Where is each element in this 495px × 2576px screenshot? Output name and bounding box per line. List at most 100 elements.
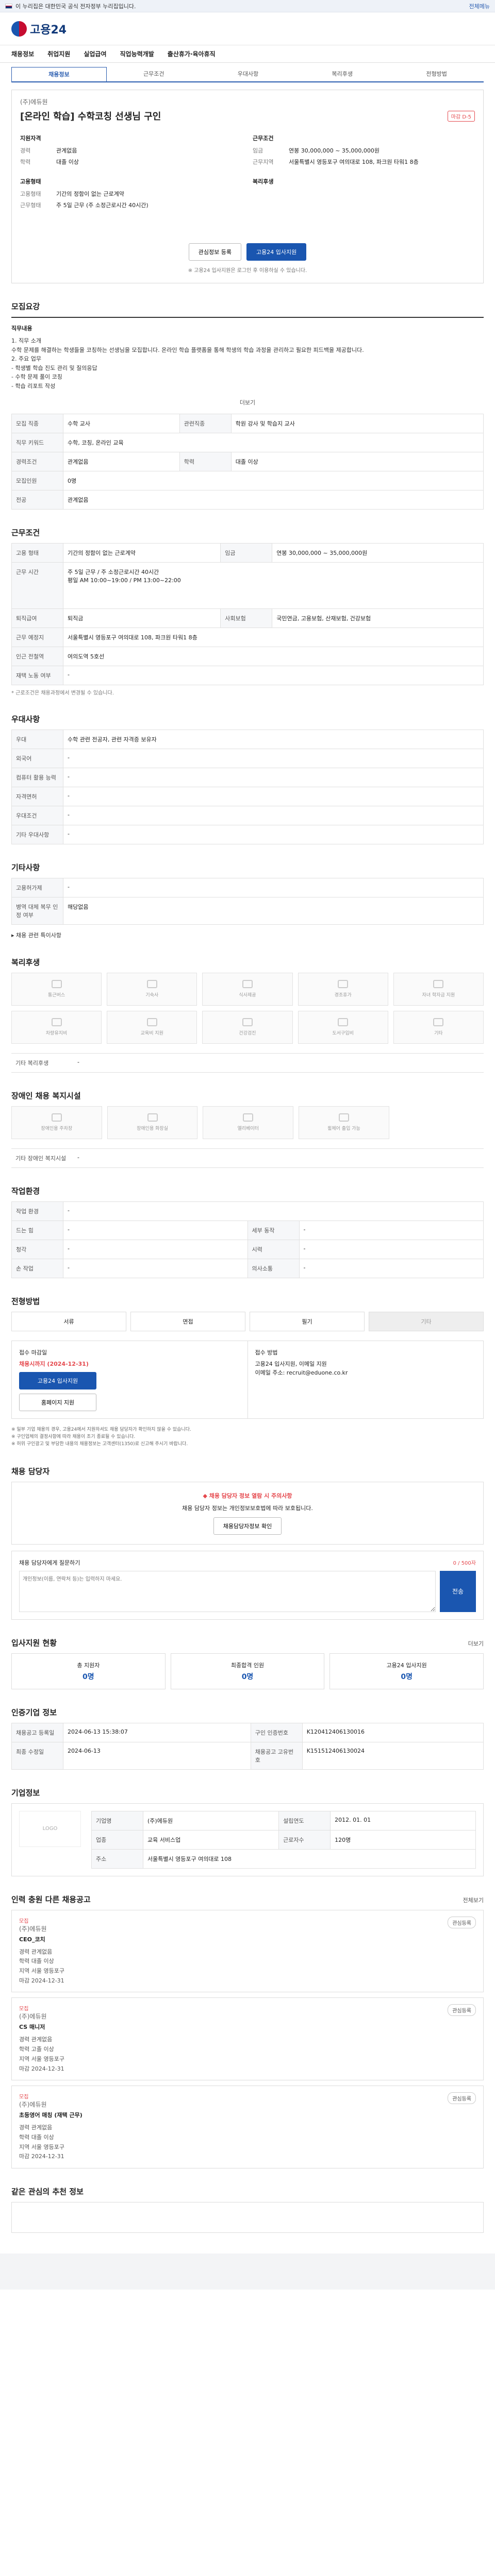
kv-key: 학력 xyxy=(20,159,31,165)
applicant-stats: 총 지원자 0명 최종합격 인원 0명 고용24 입사지원 0명 xyxy=(11,1653,484,1689)
rec-tag: 모집 xyxy=(19,2006,29,2012)
more-button[interactable]: 더보기 xyxy=(11,398,484,406)
gnb-item[interactable]: 출산휴가·육아휴직 xyxy=(168,49,216,58)
recommend-item[interactable]: 모집 (주)에듀원 CS 매니저 경력 관계없음 학력 고졸 이상 지역 서울 … xyxy=(11,1997,484,2081)
company-info-box: LOGO 기업명 (주)에듀원 설립연도 2012. 01. 01 업종 교육 서비스업… xyxy=(11,1803,484,1876)
recruit-title: 모집요강 xyxy=(11,302,40,311)
global-nav: 채용정보 취업지원 실업급여 직업능력개발 출산휴가·육아휴직 xyxy=(0,45,495,63)
table-row: 전공 관계없음 xyxy=(11,489,484,510)
gnb-item[interactable]: 직업능력개발 xyxy=(120,49,154,58)
tab-welfare[interactable]: 복리후생 xyxy=(295,67,389,81)
gov-banner-link[interactable]: 전체메뉴 xyxy=(469,2,490,10)
inquiry-box: 채용 담당자에게 질문하기 0 / 500자 전송 xyxy=(11,1550,484,1620)
welfare-heading: 복리후생 xyxy=(253,178,274,185)
apply-button-2[interactable]: 고용24 입사지원 xyxy=(19,1371,96,1389)
table-value: - xyxy=(63,1239,248,1259)
table-key: 근무 시간 xyxy=(11,562,63,609)
kv-key: 임금 xyxy=(253,147,263,154)
homepage-apply-button[interactable]: 홈페이지 지원 xyxy=(19,1393,96,1411)
table-value: - xyxy=(63,748,484,768)
welfare-card: 자녀 학자금 지원 xyxy=(393,972,484,1006)
table-value: 주 5일 근무 / 주 소정근로시간 40시간 평일 AM 10:00~19:0… xyxy=(63,562,484,609)
table-key: 시력 xyxy=(247,1239,300,1259)
table-row: 근무 예정지 서울특별시 영등포구 여의대로 108, 파크원 타워1 8층 xyxy=(11,627,484,647)
rec-line: 경력 관계없음 xyxy=(19,2124,53,2131)
table-key: 고용허가제 xyxy=(11,877,63,897)
apply-button[interactable]: 고용24 입사지원 xyxy=(246,243,307,261)
send-button[interactable]: 전송 xyxy=(440,1570,476,1612)
gnb-item[interactable]: 채용정보 xyxy=(11,49,34,58)
table-value: - xyxy=(63,767,484,787)
job-title: [온라인 학습] 수학코칭 선생님 구인 xyxy=(20,111,161,122)
method-written: 필기 xyxy=(250,1311,365,1331)
table-row: 고용 형태 기간의 정함이 없는 근로계약 임금 연봉 30,000,000 ~ 35… xyxy=(11,543,484,563)
rec-save-button[interactable]: 관심등록 xyxy=(448,2004,476,2016)
gov-banner: 이 누리집은 대한민국 공식 전자정부 누리집입니다. 전체메뉴 xyxy=(0,0,495,12)
table-value: 대졸 이상 xyxy=(230,451,484,471)
table-value: K120412406130016 xyxy=(302,1722,484,1742)
table-value: 120명 xyxy=(330,1829,476,1850)
site-logo[interactable]: 고용24 xyxy=(11,21,67,37)
inquiry-input[interactable] xyxy=(19,1570,436,1612)
rec-save-button[interactable]: 관심등록 xyxy=(448,2092,476,2105)
table-row: 기타 우대사항 - xyxy=(11,824,484,844)
applicants-title: 입사지원 현황 xyxy=(11,1638,57,1648)
kv-value: 연봉 30,000,000 ~ 35,000,000원 xyxy=(289,147,380,154)
rec-line: 마감 2024-12-31 xyxy=(19,2153,64,2160)
method-label: 접수 방법 xyxy=(255,1349,278,1356)
method-text: 고용24 입사지원, 이메일 지원 이메일 주소: recruit@eduone… xyxy=(255,1360,348,1377)
table-value: - xyxy=(63,665,484,685)
rec-line: 마감 2024-12-31 xyxy=(19,1977,64,1984)
kv-key: 경력 xyxy=(20,147,31,154)
tab-recruit[interactable]: 채용정보 xyxy=(11,67,107,81)
work-env-table: 작업 환경 - 드는 힘 - 세부 동작 - 청각 - 시력 - 손 작업 - 의사소통 - xyxy=(11,1201,484,1278)
table-key: 설립연도 xyxy=(278,1810,331,1831)
warning-item: ※ 일부 기업 채용의 경우, 고용24에서 지원하셔도 채용 담당자가 확인하… xyxy=(11,1427,191,1432)
welfare-title: 복리후생 xyxy=(11,957,40,967)
emp-heading: 고용형태 xyxy=(20,178,41,185)
rec-tag: 모집 xyxy=(19,1918,29,1924)
flag-icon xyxy=(5,3,12,9)
table-key: 의사소통 xyxy=(247,1258,300,1278)
table-value: 여의도역 5호선 xyxy=(63,646,484,666)
kv-value: 대졸 이상 xyxy=(56,159,79,165)
gnb-item[interactable]: 실업급여 xyxy=(84,49,106,58)
table-row: 채용공고 등록일 2024-06-13 15:38:07 구인 인증번호 K12041… xyxy=(11,1722,484,1742)
manager-info-button[interactable]: 채용담당자정보 확인 xyxy=(213,1517,282,1535)
table-key: 채용공고 등록일 xyxy=(11,1722,63,1742)
logo-mark-icon xyxy=(11,21,27,37)
gnb-item[interactable]: 취업지원 xyxy=(47,49,70,58)
recommend-more[interactable]: 전체보기 xyxy=(463,1896,484,1904)
applicants-more[interactable]: 더보기 xyxy=(468,1639,484,1648)
table-key: 학력 xyxy=(179,451,232,471)
book-icon xyxy=(338,1018,349,1027)
facility-card: 엘리베이터 xyxy=(203,1106,294,1139)
tab-hiring[interactable]: 전형방법 xyxy=(389,67,484,81)
special-notes-link[interactable]: ▸ 채용 관련 특이사항 xyxy=(11,931,484,939)
facility-card: 장애인용 주차장 xyxy=(11,1106,102,1139)
table-key: 직무 키워드 xyxy=(11,432,63,452)
welfare-card-label: 기타 xyxy=(434,1031,443,1037)
save-interest-button[interactable]: 관심정보 등록 xyxy=(188,243,241,261)
recommend-item[interactable]: 모집 (주)에듀원 초등영어 매칭 (재택 근무) 경력 관계없음 학력 대졸 … xyxy=(11,2086,484,2168)
tab-pref[interactable]: 우대사항 xyxy=(201,67,295,81)
logo-text: 고용24 xyxy=(30,23,67,37)
company-name[interactable]: (주)에듀원 xyxy=(20,97,475,106)
method-doc: 서류 xyxy=(11,1311,126,1331)
table-key: 손 작업 xyxy=(11,1258,63,1278)
table-row: 경력조건 관계없음 학력 대졸 이상 xyxy=(11,451,484,471)
table-row: 고용허가제 - xyxy=(11,877,484,897)
table-key: 재택 노동 여부 xyxy=(11,665,63,685)
recommend-item[interactable]: 모집 (주)에듀원 CEO_코치 경력 관계없음 학력 대졸 이상 지역 서울 … xyxy=(11,1909,484,1993)
table-row: 기업명 (주)에듀원 설립연도 2012. 01. 01 xyxy=(91,1810,476,1831)
table-key: 기업명 xyxy=(91,1810,143,1831)
disability-grid: 장애인용 주차장 장애인용 화장실 엘리베이터 휠체어 출입 가능 xyxy=(11,1106,389,1139)
rec-line: 지역 서울 영등포구 xyxy=(19,1968,64,1975)
row-value: - xyxy=(77,1154,79,1161)
table-value: K151512406130024 xyxy=(302,1741,484,1770)
table-key: 모집 직종 xyxy=(11,413,63,433)
rec-save-button[interactable]: 관심등록 xyxy=(448,1916,476,1928)
tab-work[interactable]: 근무조건 xyxy=(107,67,201,81)
welfare-card: 식사제공 xyxy=(202,972,293,1006)
manager-text: 채용 담당자 정보는 개인정보보호법에 따라 보호됩니다. xyxy=(182,1504,313,1512)
